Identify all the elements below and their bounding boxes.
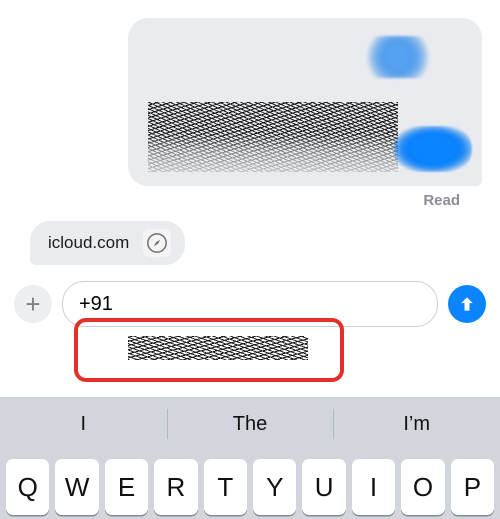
- key-i[interactable]: I: [352, 459, 395, 515]
- key-e[interactable]: E: [105, 459, 148, 515]
- arrow-up-icon: [457, 294, 477, 314]
- link-preview-bubble[interactable]: icloud.com: [30, 221, 185, 265]
- key-p[interactable]: P: [451, 459, 494, 515]
- annotation-highlight-box: [74, 318, 344, 382]
- key-o[interactable]: O: [401, 459, 444, 515]
- suggestion[interactable]: I’m: [333, 397, 500, 451]
- add-attachment-button[interactable]: +: [14, 285, 52, 323]
- redacted-phone-number: [128, 336, 308, 360]
- link-domain-label: icloud.com: [48, 233, 129, 253]
- suggestion[interactable]: I: [0, 397, 167, 451]
- key-w[interactable]: W: [55, 459, 98, 515]
- key-t[interactable]: T: [204, 459, 247, 515]
- send-button[interactable]: [448, 285, 486, 323]
- safari-compass-icon: [143, 229, 171, 257]
- message-input-wrap[interactable]: [62, 281, 438, 327]
- keyboard-row-1: Q W E R T Y U I O P: [0, 451, 500, 515]
- delivery-status: Read: [40, 192, 460, 209]
- sent-message-bubble[interactable]: [128, 18, 482, 186]
- key-r[interactable]: R: [154, 459, 197, 515]
- keyboard: I The I’m Q W E R T Y U I O P: [0, 397, 500, 519]
- key-q[interactable]: Q: [6, 459, 49, 515]
- redacted-graphic: [394, 126, 472, 172]
- suggestion[interactable]: The: [167, 397, 334, 451]
- redacted-graphic: [358, 36, 438, 78]
- message-thread: Read: [18, 18, 482, 209]
- redacted-text: [148, 102, 398, 172]
- composer-row: +: [14, 281, 486, 327]
- message-input[interactable]: [77, 292, 423, 317]
- quicktype-bar: I The I’m: [0, 397, 500, 451]
- key-y[interactable]: Y: [253, 459, 296, 515]
- key-u[interactable]: U: [302, 459, 345, 515]
